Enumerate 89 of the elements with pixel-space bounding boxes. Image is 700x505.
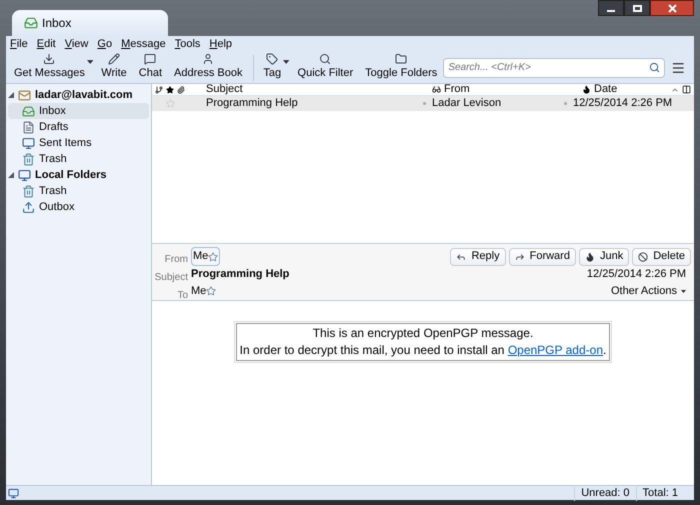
addon-link[interactable]: OpenPGP add-on xyxy=(508,343,603,357)
folder-icon xyxy=(22,200,35,214)
attachment-icon[interactable] xyxy=(177,86,185,94)
action-button[interactable]: Reply xyxy=(450,248,506,266)
folder-icon xyxy=(22,152,35,166)
field-label: Subject xyxy=(154,271,188,285)
junk-status-icon[interactable] xyxy=(582,85,591,94)
menu-item[interactable]: Tools xyxy=(174,36,200,52)
action-button[interactable]: Delete xyxy=(632,248,691,266)
action-icon xyxy=(638,252,648,262)
toolbar-icon xyxy=(108,53,120,66)
read-status-icon[interactable] xyxy=(432,85,441,94)
junk-dot-icon[interactable] xyxy=(564,102,567,105)
total-count: Total: 1 xyxy=(636,484,684,502)
menu-item[interactable]: Help xyxy=(209,36,232,52)
close-button[interactable] xyxy=(650,0,694,16)
unread-count: Unread: 0 xyxy=(574,484,636,502)
subject-text: Programming Help xyxy=(191,266,290,282)
toolbar-button[interactable]: Write xyxy=(95,52,133,82)
column-header[interactable]: From xyxy=(444,81,470,98)
caret-icon xyxy=(681,290,686,292)
toolbar-icon xyxy=(144,53,156,66)
column-header[interactable]: Date xyxy=(594,81,618,98)
folder-icon xyxy=(22,104,35,118)
toolbar-button[interactable]: Chat xyxy=(132,52,168,82)
menu-item[interactable]: Message xyxy=(121,36,166,52)
folder-icon xyxy=(18,88,31,102)
action-icon xyxy=(514,252,525,262)
folder-icon xyxy=(22,120,35,134)
column-header[interactable]: Subject xyxy=(206,81,432,98)
menu-item[interactable]: View xyxy=(64,36,88,52)
folder-icon xyxy=(22,136,35,150)
inbox-tab[interactable]: Inbox xyxy=(12,10,168,36)
other-actions-menu[interactable]: Other Actions xyxy=(610,282,686,300)
subject-cell-text: Programming Help xyxy=(206,96,299,112)
expander-icon[interactable] xyxy=(8,172,14,178)
toolbar-button[interactable]: Address Book xyxy=(168,52,248,82)
menu-item[interactable]: Go xyxy=(97,36,112,52)
unread-dot-icon[interactable] xyxy=(423,102,426,105)
action-icon xyxy=(456,252,466,262)
message-date: 12/25/2014 2:26 PM xyxy=(586,266,686,282)
column-picker-icon[interactable] xyxy=(682,85,691,94)
recipient-chip[interactable]: Me xyxy=(191,282,216,300)
action-icon xyxy=(584,252,595,262)
toolbar-button[interactable]: Toggle Folders xyxy=(359,52,444,82)
field-label: From xyxy=(164,253,188,267)
folder-item[interactable]: Drafts xyxy=(8,119,149,135)
star-icon[interactable] xyxy=(208,252,218,262)
toolbar-icon xyxy=(266,53,278,66)
folder-item[interactable]: ladar@lavabit.com xyxy=(8,87,149,103)
dropdown-arrow-icon[interactable] xyxy=(283,60,290,64)
folder-item[interactable]: Trash xyxy=(8,151,149,167)
toolbar-button[interactable]: Quick Filter xyxy=(292,52,360,82)
maximize-button[interactable] xyxy=(624,0,650,16)
minimize-button[interactable] xyxy=(598,0,624,16)
toolbar-button[interactable]: Get Messages xyxy=(8,52,91,82)
search-field[interactable]: Search... <Ctrl+K> xyxy=(443,58,666,78)
online-status-icon[interactable] xyxy=(8,488,19,498)
folder-item[interactable]: Local Folders xyxy=(8,167,149,183)
message-row[interactable]: Programming Help Ladar Levison 12/25/2014 2:26 PM xyxy=(152,96,694,111)
thread-icon[interactable] xyxy=(155,86,163,94)
expander-icon[interactable] xyxy=(8,92,14,98)
folder-icon xyxy=(22,184,35,198)
menu-item[interactable]: File xyxy=(10,36,28,52)
notice-text: In order to decrypt this mail, you need to install an OpenPGP add-on. xyxy=(240,342,606,359)
menu-item[interactable]: Edit xyxy=(36,36,56,52)
folder-item[interactable]: Trash xyxy=(8,183,149,199)
toolbar-icon xyxy=(395,53,408,66)
toolbar-icon xyxy=(319,53,332,66)
action-button[interactable]: Forward xyxy=(508,248,576,266)
date-cell-text: 12/25/2014 2:26 PM xyxy=(573,96,672,112)
field-label: To xyxy=(177,289,188,303)
close-icon xyxy=(668,4,676,12)
sender-chip[interactable]: Me xyxy=(191,247,220,266)
notice-text: This is an encrypted OpenPGP message. xyxy=(312,325,534,342)
toolbar-button[interactable]: Tag xyxy=(257,52,288,82)
toolbar-icon xyxy=(43,53,56,66)
inbox-icon xyxy=(24,16,38,30)
folder-item[interactable]: Outbox xyxy=(8,199,149,215)
star-icon[interactable] xyxy=(166,86,174,94)
toolbar-icon xyxy=(202,53,214,66)
star-icon[interactable] xyxy=(206,286,216,296)
folder-icon xyxy=(18,168,31,182)
action-button[interactable]: Junk xyxy=(578,248,630,266)
folder-item[interactable]: Inbox xyxy=(8,103,149,119)
search-icon[interactable] xyxy=(649,62,660,72)
dropdown-arrow-icon[interactable] xyxy=(86,60,94,64)
folder-item[interactable]: Sent Items xyxy=(8,135,149,151)
sender-cell-text: Ladar Levison xyxy=(432,96,502,112)
